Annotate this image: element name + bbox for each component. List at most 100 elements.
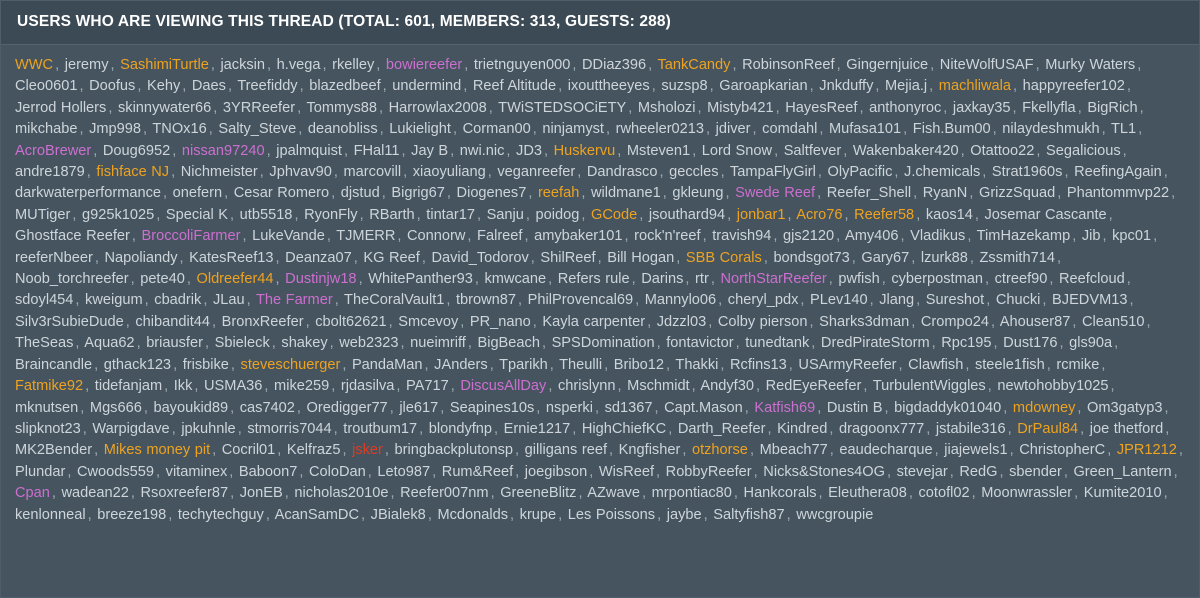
user-link[interactable]: joe thetford <box>1090 421 1164 437</box>
user-link[interactable]: Warpigdave <box>92 421 169 437</box>
user-link[interactable]: ShilReef <box>540 250 595 266</box>
user-link[interactable]: Noob_torchreefer <box>15 271 129 287</box>
user-link[interactable]: Kelfraz5 <box>287 442 341 458</box>
user-link[interactable]: Crompo24 <box>921 314 989 330</box>
user-link[interactable]: veganreefer <box>497 164 575 180</box>
user-link[interactable]: Darth_Reefer <box>678 421 766 437</box>
user-link[interactable]: TheCoralVault1 <box>344 292 444 308</box>
user-link[interactable]: dragoonx777 <box>839 421 924 437</box>
user-link[interactable]: gthack123 <box>104 357 171 373</box>
user-link[interactable]: Om3gatyp3 <box>1087 400 1162 416</box>
user-link[interactable]: Bigrig67 <box>391 185 445 201</box>
user-link[interactable]: RobbyReefer <box>666 464 752 480</box>
user-link[interactable]: Baboon7 <box>239 464 297 480</box>
user-link[interactable]: fishface NJ <box>96 164 169 180</box>
user-link[interactable]: ninjamyst <box>542 121 604 137</box>
user-link[interactable]: Reefer007nm <box>400 485 488 501</box>
user-link[interactable]: Wakenbaker420 <box>853 143 959 159</box>
user-link[interactable]: Daes <box>192 78 226 94</box>
user-link[interactable]: Reefer58 <box>854 207 914 223</box>
user-link[interactable]: Fatmike92 <box>15 378 83 394</box>
user-link[interactable]: rjdasilva <box>341 378 395 394</box>
user-link[interactable]: NorthStarReefer <box>720 271 826 287</box>
user-link[interactable]: RobinsonReef <box>742 57 835 73</box>
user-link[interactable]: mrpontiac80 <box>652 485 732 501</box>
user-link[interactable]: gls90a <box>1069 335 1112 351</box>
user-link[interactable]: Corman00 <box>463 121 531 137</box>
user-link[interactable]: geccles <box>669 164 718 180</box>
user-link[interactable]: trietnguyen000 <box>474 57 571 73</box>
user-link[interactable]: cotofl02 <box>919 485 970 501</box>
user-link[interactable]: Hankcorals <box>744 485 817 501</box>
user-link[interactable]: happyreefer102 <box>1023 78 1125 94</box>
user-link[interactable]: techytechguy <box>178 507 264 523</box>
user-link[interactable]: Mistyb421 <box>707 100 774 116</box>
user-link[interactable]: Saltfever <box>784 143 842 159</box>
user-link[interactable]: Lord Snow <box>702 143 772 159</box>
user-link[interactable]: Clean510 <box>1082 314 1144 330</box>
user-link[interactable]: frisbike <box>183 357 229 373</box>
user-link[interactable]: jaxkay35 <box>953 100 1011 116</box>
user-link[interactable]: nissan97240 <box>182 143 265 159</box>
user-link[interactable]: WWC <box>15 57 53 73</box>
user-link[interactable]: Sureshot <box>926 292 984 308</box>
user-link[interactable]: rwheeler0213 <box>616 121 704 137</box>
user-link[interactable]: blazedbeef <box>309 78 380 94</box>
user-link[interactable]: ReefingAgain <box>1074 164 1162 180</box>
user-link[interactable]: Deanza07 <box>285 250 352 266</box>
user-link[interactable]: newtohobby1025 <box>997 378 1108 394</box>
user-link[interactable]: Katfish69 <box>754 400 815 416</box>
user-link[interactable]: JBialek8 <box>371 507 426 523</box>
user-link[interactable]: Nicks&Stones4OG <box>763 464 885 480</box>
user-link[interactable]: Mgs666 <box>90 400 142 416</box>
user-link[interactable]: Reef Altitude <box>473 78 556 94</box>
user-link[interactable]: Ikk <box>174 378 193 394</box>
user-link[interactable]: Sbieleck <box>215 335 270 351</box>
user-link[interactable]: JPR1212 <box>1117 442 1177 458</box>
user-link[interactable]: Doug6952 <box>103 143 170 159</box>
user-link[interactable]: BronxReefer <box>222 314 304 330</box>
user-link[interactable]: stmorris7044 <box>247 421 331 437</box>
user-link[interactable]: KatesReef13 <box>189 250 273 266</box>
user-link[interactable]: ChristopherC <box>1019 442 1105 458</box>
user-link[interactable]: chrislynn <box>558 378 616 394</box>
user-link[interactable]: tidefanjam <box>95 378 162 394</box>
user-link[interactable]: Cpan <box>15 485 50 501</box>
user-link[interactable]: lzurk88 <box>921 250 968 266</box>
user-link[interactable]: g925k1025 <box>82 207 154 223</box>
user-link[interactable]: BroccoliFarmer <box>142 228 241 244</box>
user-link[interactable]: 3YRReefer <box>223 100 295 116</box>
user-link[interactable]: xiaoyuliang <box>413 164 486 180</box>
user-link[interactable]: Doofus <box>89 78 135 94</box>
user-link[interactable]: troutbum17 <box>343 421 417 437</box>
user-link[interactable]: undermind <box>392 78 461 94</box>
user-link[interactable]: Nichmeister <box>181 164 258 180</box>
user-link[interactable]: kpc01 <box>1112 228 1151 244</box>
user-link[interactable]: Msteven1 <box>627 143 690 159</box>
user-link[interactable]: gjs2120 <box>783 228 834 244</box>
user-link[interactable]: joegibson <box>525 464 587 480</box>
user-link[interactable]: mikchabe <box>15 121 77 137</box>
user-link[interactable]: sd1367 <box>605 400 653 416</box>
user-link[interactable]: bigdaddyk01040 <box>894 400 1001 416</box>
user-link[interactable]: HighChiefKC <box>582 421 666 437</box>
user-link[interactable]: Falreef <box>477 228 522 244</box>
user-link[interactable]: rcmike <box>1056 357 1099 373</box>
user-link[interactable]: GCode <box>591 207 637 223</box>
user-link[interactable]: nilaydeshmukh <box>1002 121 1099 137</box>
user-link[interactable]: jpalmquist <box>276 143 342 159</box>
user-link[interactable]: NiteWolfUSAF <box>940 57 1034 73</box>
user-link[interactable]: MK2Bender <box>15 442 92 458</box>
user-link[interactable]: Gingernjuice <box>846 57 928 73</box>
user-link[interactable]: Les Poissons <box>568 507 655 523</box>
user-link[interactable]: jsouthard94 <box>649 207 725 223</box>
user-link[interactable]: Jay B <box>411 143 448 159</box>
user-link[interactable]: OlyPacific <box>828 164 893 180</box>
user-link[interactable]: Kehy <box>147 78 180 94</box>
user-link[interactable]: cas7402 <box>240 400 295 416</box>
user-link[interactable]: Connorw <box>407 228 465 244</box>
user-link[interactable]: jstabile316 <box>936 421 1006 437</box>
user-link[interactable]: Napoliandy <box>105 250 178 266</box>
user-link[interactable]: Harrowlax2008 <box>389 100 487 116</box>
user-link[interactable]: Ahouser87 <box>1000 314 1071 330</box>
